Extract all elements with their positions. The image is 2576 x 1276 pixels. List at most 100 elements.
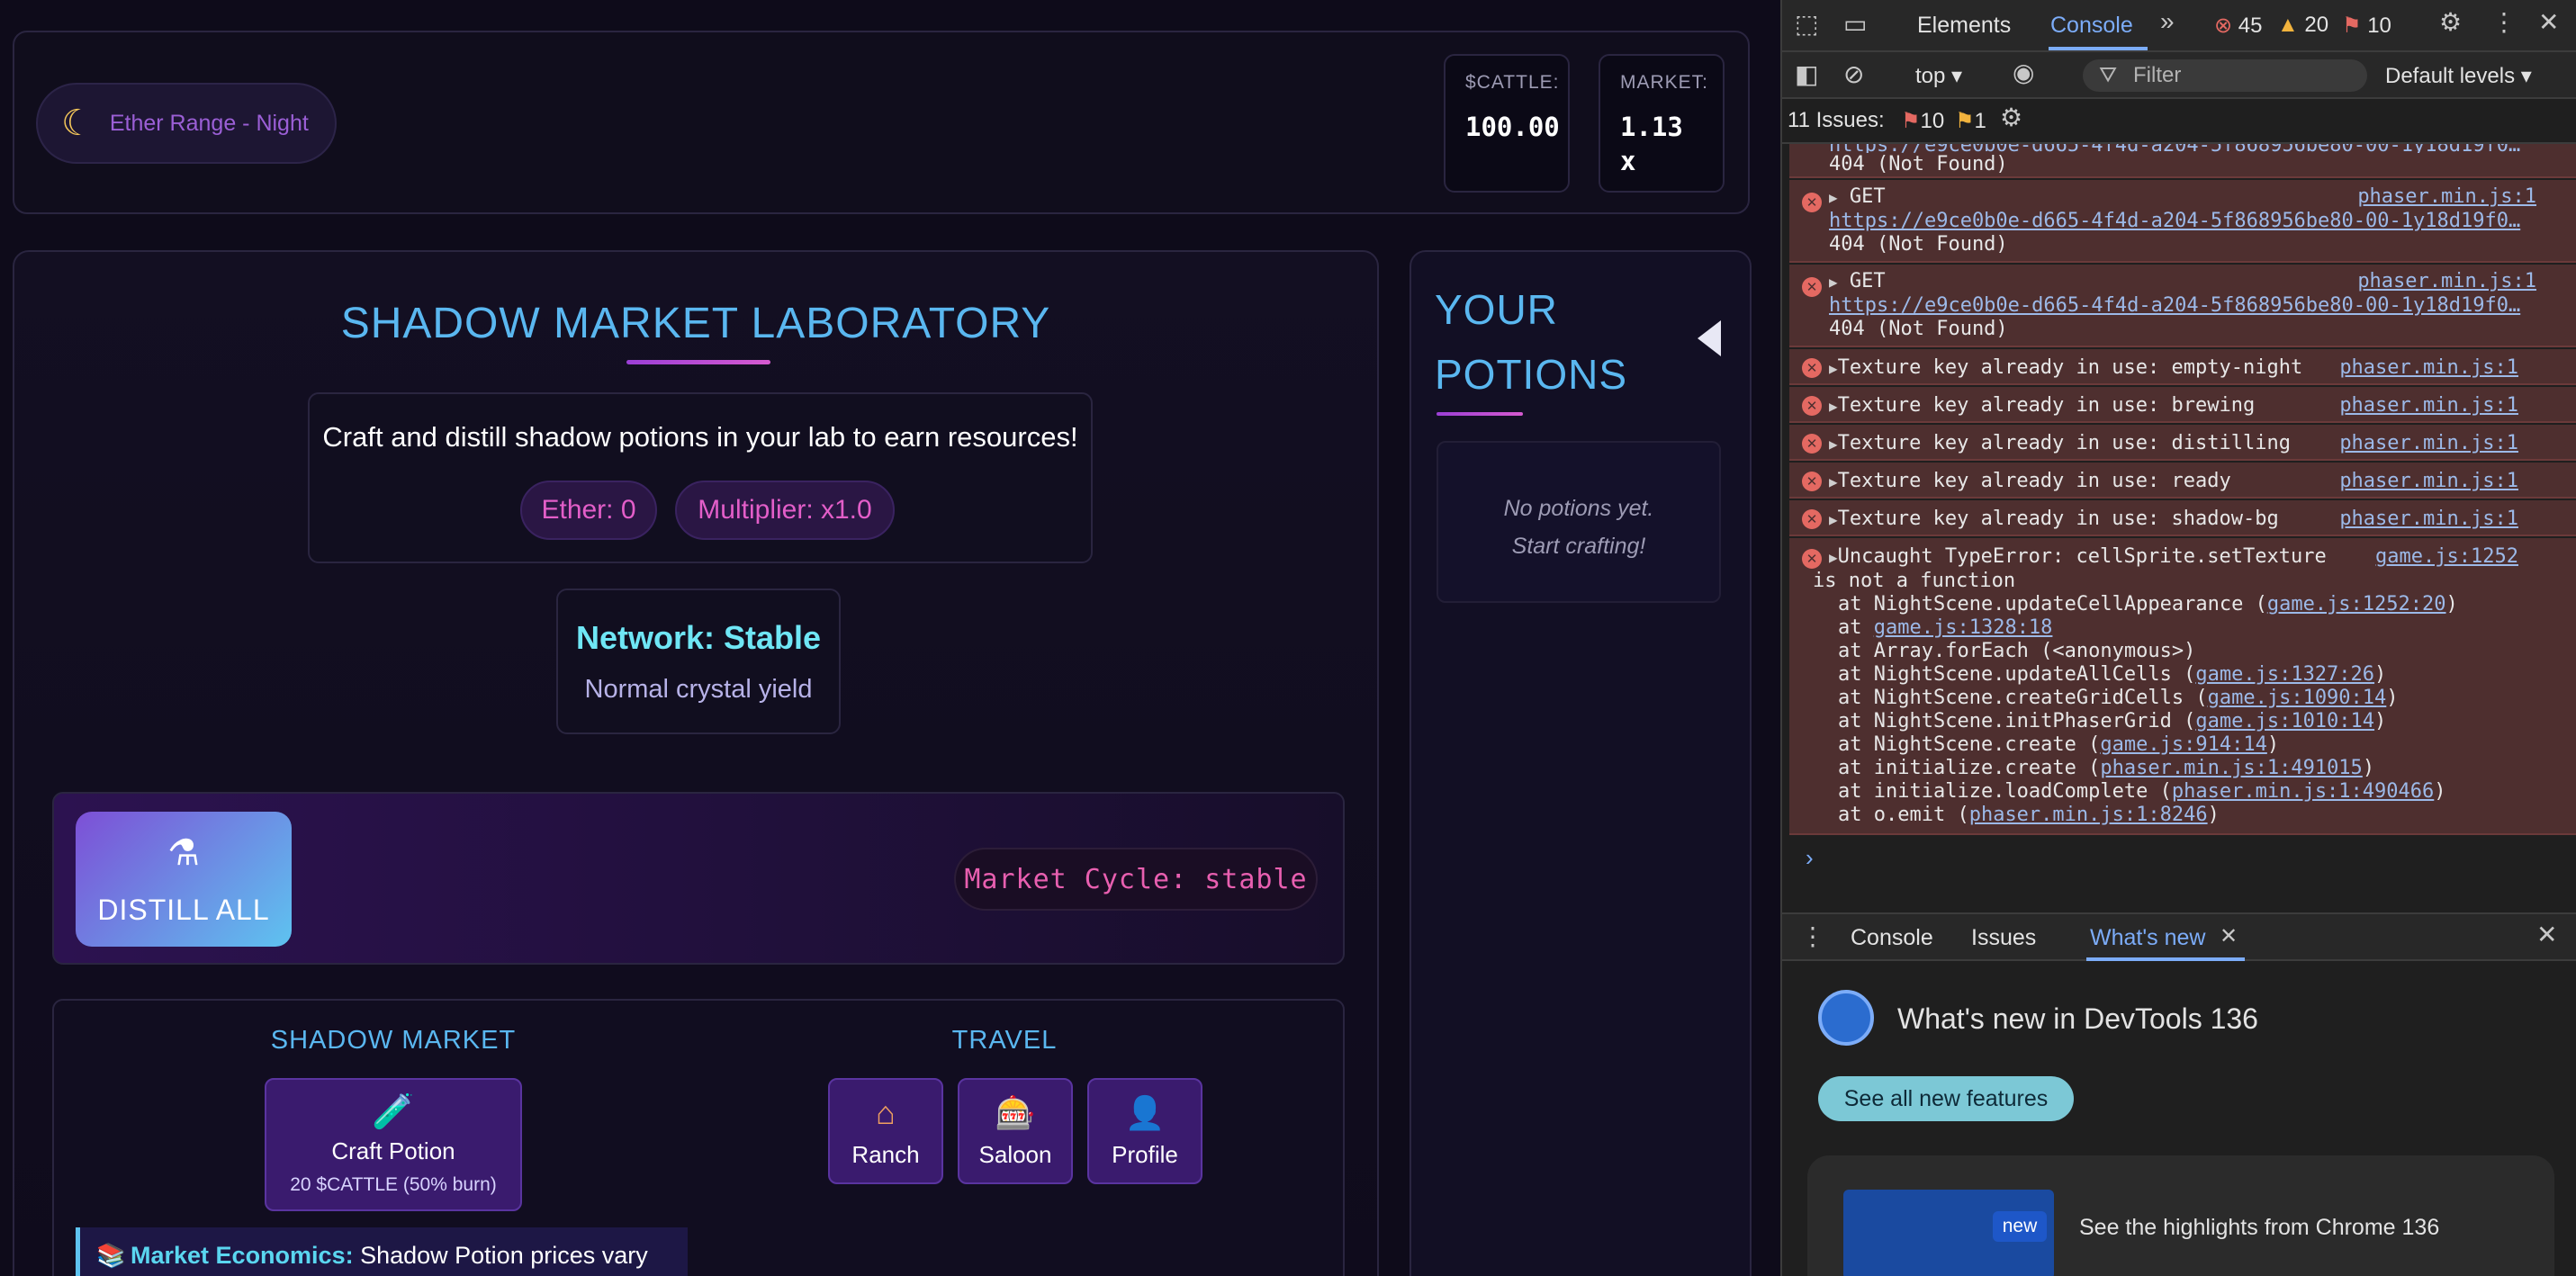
title-underline [626,360,770,364]
frame-link[interactable]: game.js:1010:14 [2195,710,2374,732]
issues-warnings-badge[interactable]: ⚑1 [1955,108,1986,134]
expand-triangle-icon[interactable]: ▶ [1829,360,1838,377]
potions-panel: YOUR POTIONS No potions yet. Start craft… [1410,250,1752,1276]
texture-error-entry: ✕ ▶Texture key already in use: ready pha… [1789,463,2576,499]
expand-triangle-icon[interactable]: ▶ [1829,274,1838,291]
log-url[interactable]: https://e9ce0b0e-d665-4f4d-a204-5f868956… [1829,210,2576,233]
expand-triangle-icon[interactable]: ▶ [1829,436,1838,453]
kebab-menu-icon[interactable]: ⋮ [2491,7,2517,37]
inspect-icon[interactable]: ⬚ [1795,9,1818,39]
economics-bold: Market Economics: [131,1242,354,1269]
collapse-arrow-icon[interactable] [1698,320,1721,356]
context-value: top [1915,64,1946,88]
settings-gear-icon[interactable]: ⚙ [2439,7,2462,37]
error-count[interactable]: ⊗ 45 [2214,13,2262,39]
see-all-features-button[interactable]: See all new features [1818,1076,2074,1121]
error-icon: ✕ [1802,277,1822,297]
log-source-link[interactable]: phaser.min.js:1 [2339,356,2518,380]
frame-link[interactable]: game.js:1090:14 [2208,687,2387,709]
frame-link[interactable]: phaser.min.js:1:490466 [2172,780,2434,803]
frame-link[interactable]: game.js:914:14 [2100,733,2266,756]
lab-title: SHADOW MARKET LABORATORY [340,300,1051,347]
device-toggle-icon[interactable]: ▭ [1843,9,1867,39]
levels-value: Default levels [2385,64,2516,88]
texture-error-text: Texture key already in use: empty-night [1837,356,2303,379]
distill-all-button[interactable]: ⚗ DISTILL ALL [76,812,292,947]
expand-triangle-icon[interactable]: ▶ [1829,511,1838,528]
cattle-stat: $CATTLE: 100.00 [1444,54,1570,193]
location-pill[interactable]: ☾ Ether Range - Night [36,83,337,164]
potions-underline [1437,412,1523,416]
info-count[interactable]: ⚑ 10 [2342,13,2391,39]
levels-select[interactable]: Default levels ▾ [2385,63,2532,89]
market-unit: x [1620,146,1636,176]
log-url[interactable]: https://e9ce0b0e-d665-4f4d-a204-5f868956… [1829,144,2576,153]
expand-triangle-icon[interactable]: ▶ [1829,398,1838,415]
drawer-tab-whats-new[interactable]: What's new [2090,925,2205,951]
market-label: MARKET: [1620,72,1709,93]
console-log-entry: ✕ ▶ GET phaser.min.js:1 https://e9ce0b0e-… [1789,265,2576,347]
frame-text: at NightScene.initPhaserGrid ( [1838,710,2196,732]
drawer-tab-console[interactable]: Console [1851,925,1933,951]
log-source-link[interactable]: game.js:1252 [2375,545,2518,569]
log-source-link[interactable]: phaser.min.js:1 [2357,270,2536,293]
filter-input[interactable]: ⛛ Filter [2083,59,2367,92]
log-source-link[interactable]: phaser.min.js:1 [2339,432,2518,455]
travel-ranch-label: Ranch [851,1141,920,1168]
log-method: GET [1849,270,1886,292]
tab-elements[interactable]: Elements [1917,13,2011,39]
console-prompt[interactable]: › [1806,844,1814,872]
close-drawer-icon[interactable]: ✕ [2536,920,2557,949]
log-status: 404 (Not Found) [1829,318,2008,340]
warning-count[interactable]: ▲ 20 [2277,13,2328,38]
log-source-link[interactable]: phaser.min.js:1 [2339,470,2518,493]
frame-link[interactable]: phaser.min.js:1:491015 [2100,757,2362,779]
frame-close: ) [2266,733,2280,756]
drawer-menu-icon[interactable]: ⋮ [1800,921,1825,951]
issues-errors-badge[interactable]: ⚑10 [1901,108,1944,134]
drawer-tab-issues[interactable]: Issues [1971,925,2036,951]
close-devtools-icon[interactable]: ✕ [2538,7,2559,37]
context-select[interactable]: top ▾ [1915,63,1962,89]
eye-icon[interactable]: ◉ [2013,58,2034,87]
console-log-entry: https://e9ce0b0e-d665-4f4d-a204-5f868956… [1789,144,2576,178]
frame-link[interactable]: game.js:1328:18 [1874,616,2053,639]
market-economics-note: 📚 Market Economics: Shadow Potion prices… [76,1227,688,1276]
frame-text: at NightScene.updateCellAppearance ( [1838,593,2267,616]
frame-text: at initialize.loadComplete ( [1838,780,2172,803]
expand-triangle-icon[interactable]: ▶ [1829,549,1838,566]
error-icon: ✕ [1802,434,1822,454]
travel-ranch-button[interactable]: ⌂ Ranch [828,1078,943,1184]
log-source-link[interactable]: phaser.min.js:1 [2357,185,2536,209]
frame-link[interactable]: game.js:1252:20 [2267,593,2446,616]
close-tab-icon[interactable]: ✕ [2220,923,2238,949]
intro-box: Craft and distill shadow potions in your… [308,392,1093,563]
expand-triangle-icon[interactable]: ▶ [1829,189,1838,206]
book-icon: 📚 [96,1242,126,1269]
cattle-value: 100.00 [1465,112,1560,142]
clear-console-icon[interactable]: ⊘ [1843,59,1864,89]
texture-error-text: Texture key already in use: ready [1837,470,2231,492]
devtools-tabbar: ⬚ ▭ Elements Console » ⊗ 45 ▲ 20 ⚑ 10 ⚙ … [1782,0,2576,52]
drawer-tabbar: ⋮ Console Issues What's new ✕ ✕ [1782,912,2576,961]
tab-console[interactable]: Console [2050,13,2133,39]
log-status: 404 (Not Found) [1829,153,2008,175]
log-source-link[interactable]: phaser.min.js:1 [2339,394,2518,418]
log-source-link[interactable]: phaser.min.js:1 [2339,508,2518,531]
error-count-value: 45 [2238,13,2263,38]
console-toolbar: ◧ ⊘ top ▾ ◉ ⛛ Filter Default levels ▾ [1782,52,2576,99]
filter-placeholder: Filter [2133,63,2182,87]
issues-settings-icon[interactable]: ⚙ [2000,103,2022,132]
log-url[interactable]: https://e9ce0b0e-d665-4f4d-a204-5f868956… [1829,294,2576,318]
frame-link[interactable]: game.js:1327:26 [2195,663,2374,686]
craft-potion-button[interactable]: 🧪 Craft Potion 20 $CATTLE (50% burn) [265,1078,522,1211]
frame-text: at NightScene.createGridCells ( [1838,687,2208,709]
stack-frame: at NightScene.initPhaserGrid (game.js:10… [1838,710,2576,733]
sidebar-toggle-icon[interactable]: ◧ [1795,59,1818,89]
expand-triangle-icon[interactable]: ▶ [1829,473,1838,490]
frame-link[interactable]: phaser.min.js:1:8246 [1969,804,2208,826]
moon-icon: ☾ [61,103,94,143]
travel-saloon-button[interactable]: 🎰 Saloon [958,1078,1073,1184]
travel-profile-button[interactable]: 👤 Profile [1087,1078,1202,1184]
more-tabs-icon[interactable]: » [2160,7,2175,36]
